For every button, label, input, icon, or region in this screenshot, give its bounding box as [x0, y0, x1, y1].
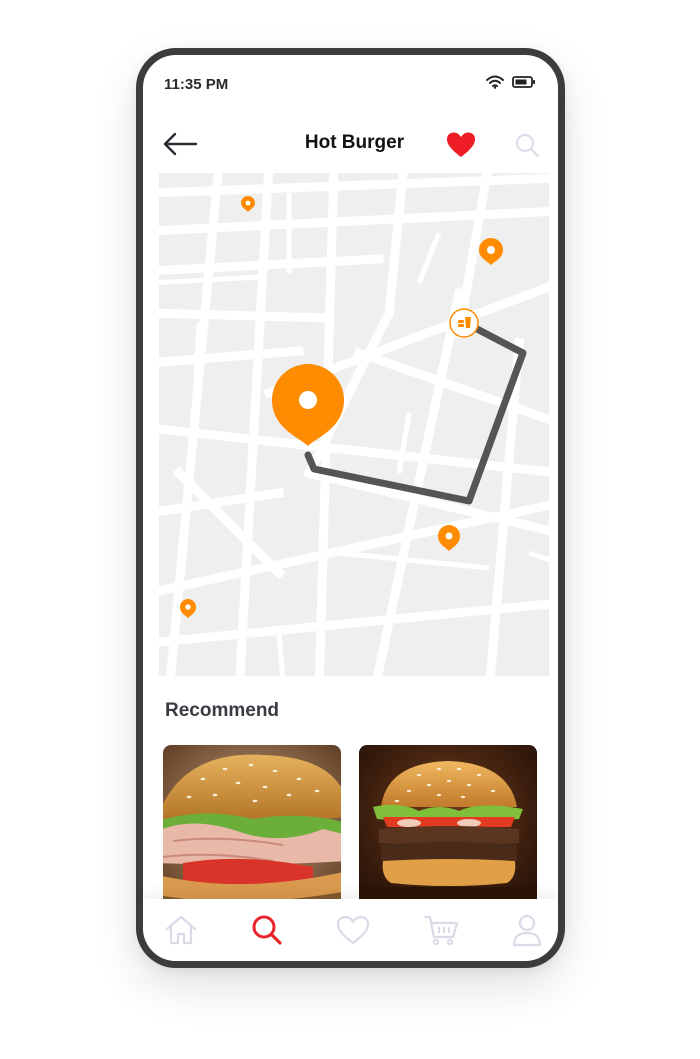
page-title: Hot Burger [304, 132, 405, 153]
heart-filled-icon [445, 132, 477, 163]
home-icon [163, 915, 199, 952]
search-icon [249, 915, 285, 952]
status-icons [486, 75, 536, 94]
map[interactable] [159, 173, 549, 676]
recommend-card[interactable] [163, 745, 341, 915]
tab-profile[interactable] [509, 912, 545, 948]
profile-icon [509, 914, 545, 952]
tab-search[interactable] [249, 912, 285, 948]
recommend-card[interactable] [359, 745, 537, 915]
tab-cart[interactable] [423, 912, 459, 948]
bottom-tab-bar [143, 899, 558, 961]
wifi-icon [486, 75, 504, 94]
tab-favorites[interactable] [335, 912, 371, 948]
search-button[interactable] [513, 131, 541, 159]
recommend-title: Recommend [165, 700, 280, 721]
search-icon [513, 133, 541, 163]
tab-home[interactable] [163, 912, 199, 948]
cart-icon [423, 915, 459, 952]
status-time: 11:35 PM [164, 76, 229, 93]
recommend-list [163, 745, 539, 915]
phone-frame: 11:35 PM Hot Burger Recommend [136, 48, 565, 968]
header: Hot Burger [143, 121, 558, 167]
favorite-button[interactable] [445, 131, 477, 159]
restaurant-marker [449, 308, 479, 338]
heart-icon [335, 915, 371, 952]
battery-icon [512, 75, 536, 94]
